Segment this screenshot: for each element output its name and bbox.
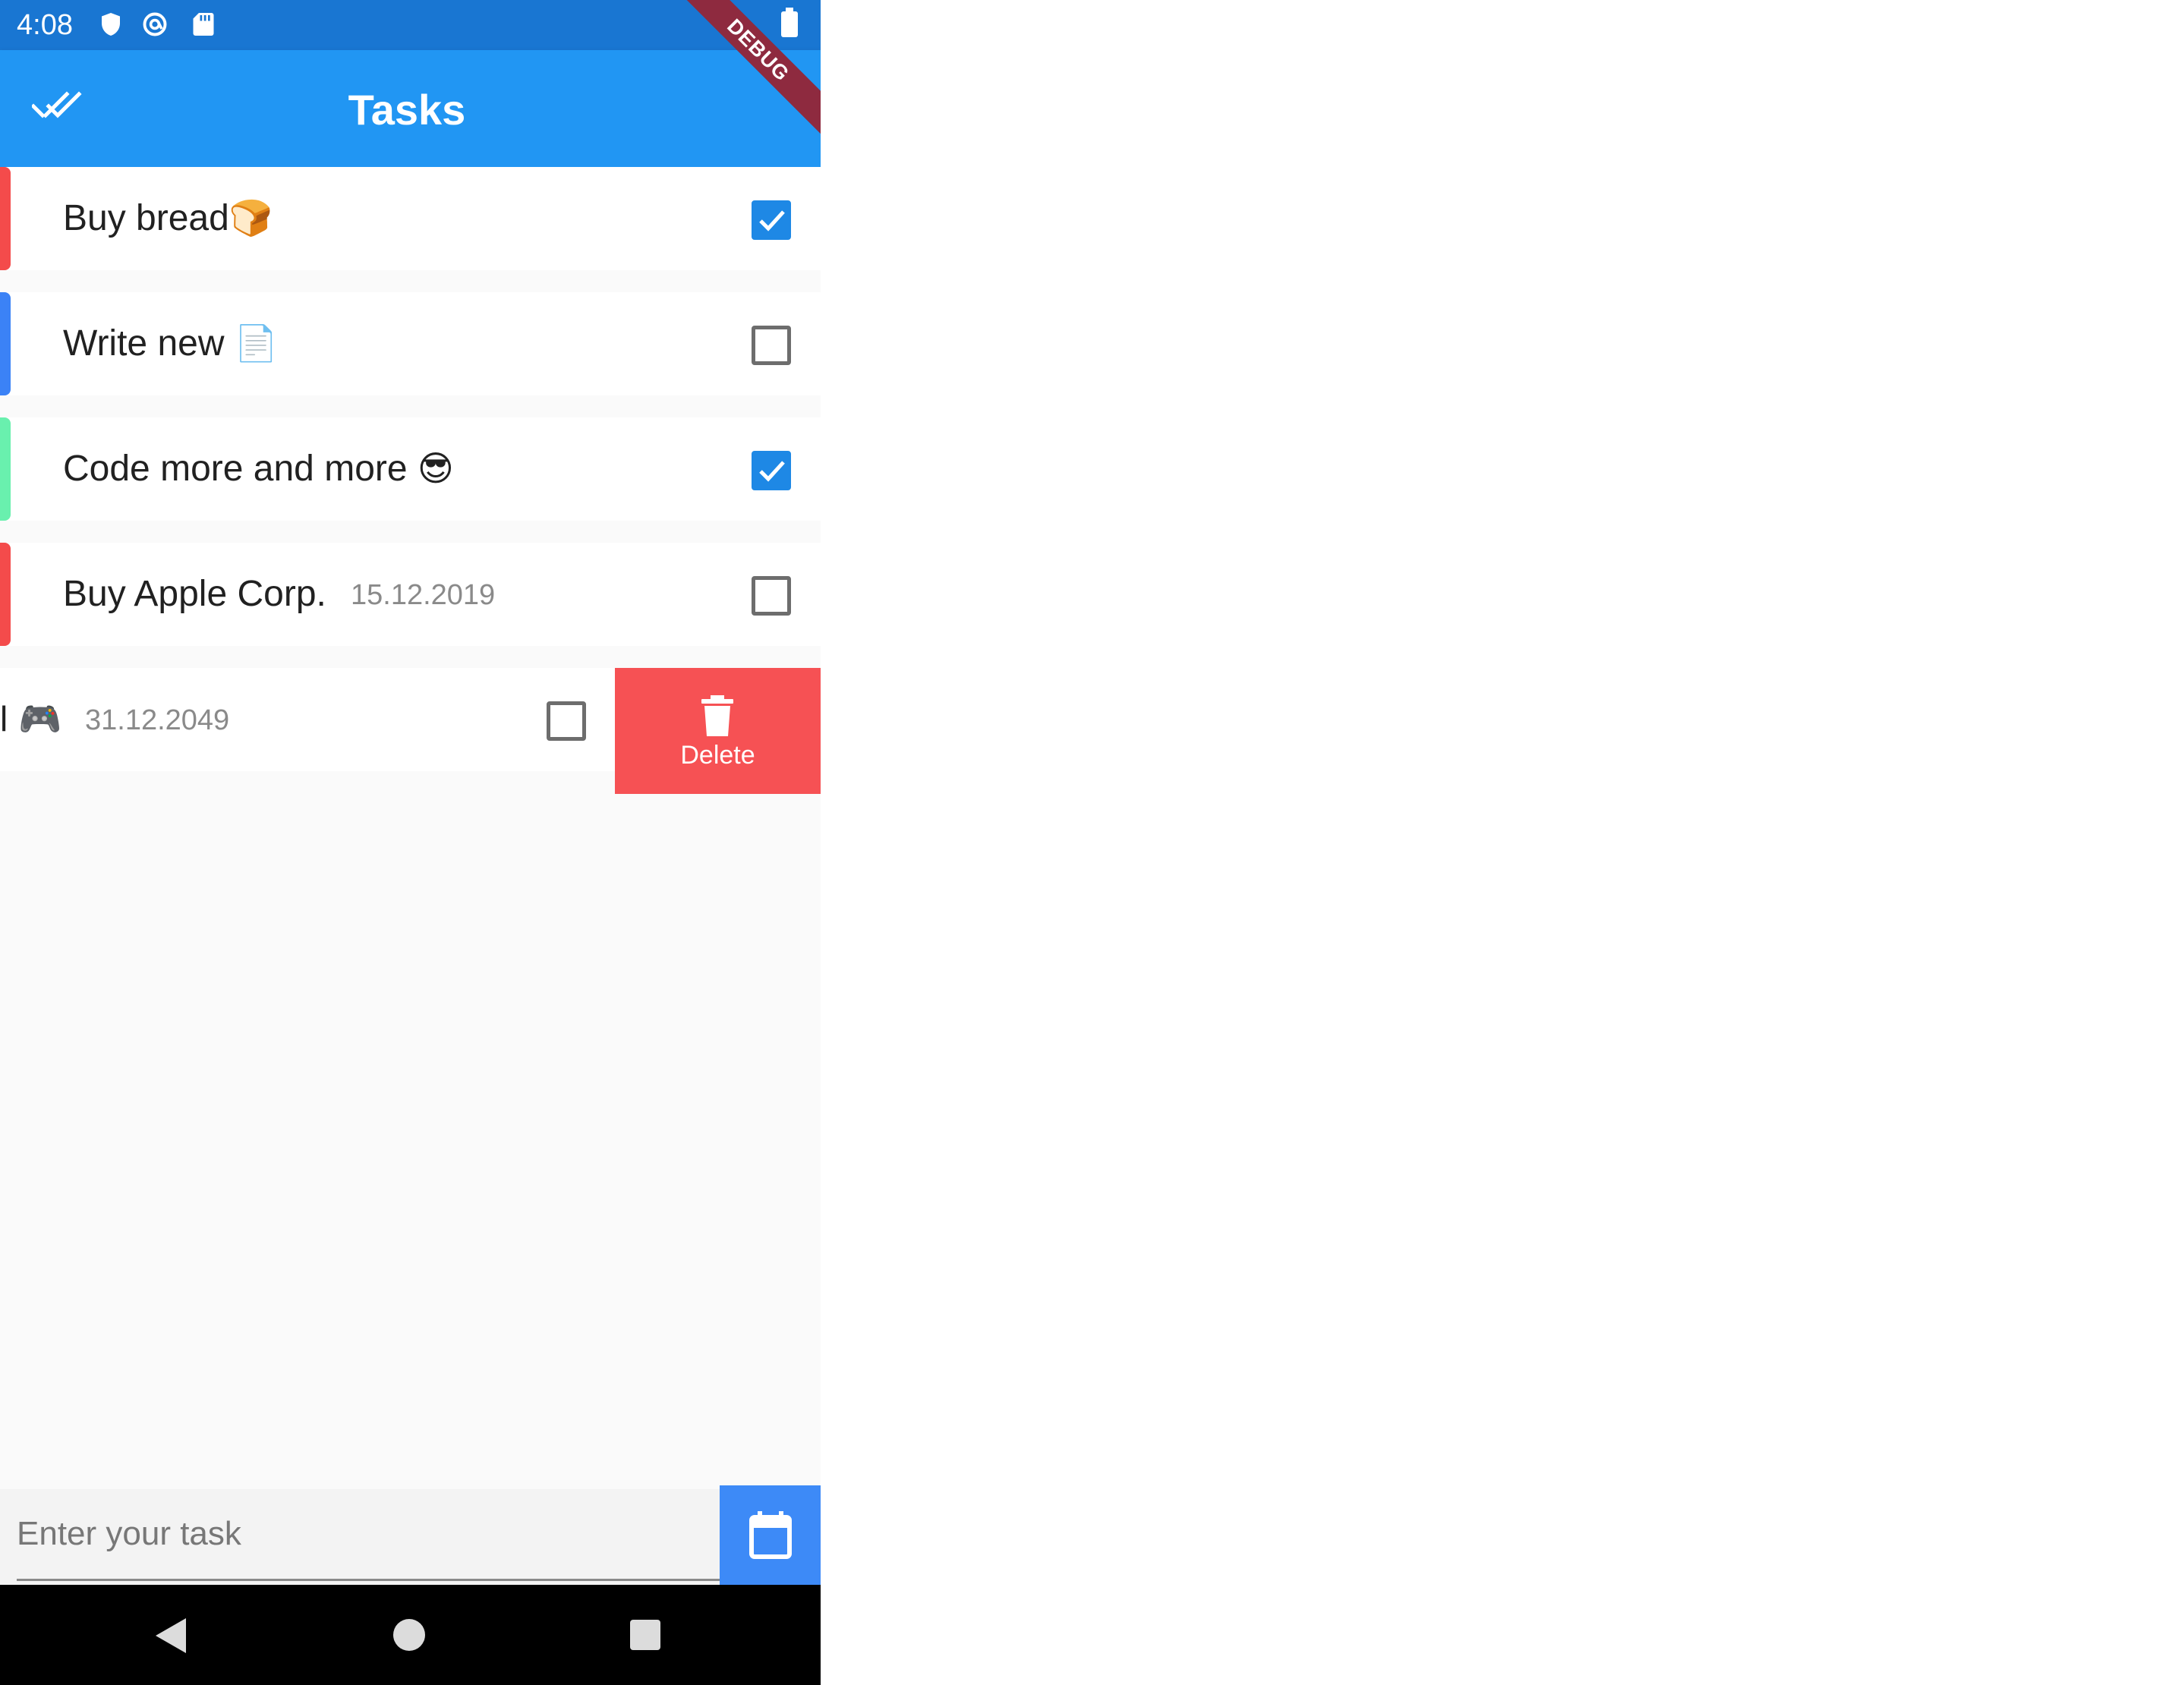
task-checkbox[interactable] [752, 200, 791, 240]
task-date: 15.12.2019 [351, 579, 496, 611]
task-title: Buy bread🍞 [63, 198, 273, 238]
task-item[interactable]: Write new 📄 [0, 292, 821, 395]
task-checkbox[interactable] [752, 451, 791, 490]
sunglasses-emoji: 😎 [417, 449, 454, 488]
bread-emoji: 🍞 [228, 198, 273, 238]
page-title: Tasks [348, 86, 466, 134]
gamepad-emoji: 🎮 [18, 699, 62, 739]
task-item[interactable]: Code more and more 😎 [0, 417, 821, 521]
shield-icon [102, 13, 120, 36]
navigation-bar [0, 1585, 821, 1685]
task-item[interactable]: Buy bread🍞 [0, 167, 821, 270]
status-time: 4:08 [17, 9, 73, 41]
battery-icon [781, 8, 798, 37]
task-title: l [0, 699, 8, 739]
calendar-icon [749, 1511, 792, 1559]
home-icon[interactable] [393, 1619, 425, 1651]
sd-card-icon [193, 13, 214, 36]
at-sign-icon [143, 12, 167, 36]
task-date: 31.12.2049 [85, 704, 230, 736]
document-emoji: 📄 [234, 323, 279, 363]
delete-button[interactable]: Delete [615, 668, 821, 794]
task-title: Code more and more 😎 [63, 449, 454, 489]
back-icon[interactable] [156, 1618, 186, 1653]
check-icon [759, 461, 785, 482]
priority-stripe [0, 417, 11, 521]
calendar-button[interactable] [720, 1485, 821, 1585]
delete-label: Delete [680, 741, 755, 770]
priority-stripe [0, 167, 11, 270]
task-title: Write new 📄 [63, 323, 279, 364]
task-item[interactable]: Buy Apple Corp. 15.12.2019 [0, 543, 821, 646]
task-input[interactable] [17, 1489, 720, 1581]
check-icon [759, 210, 785, 231]
app-bar: Tasks [0, 50, 821, 167]
priority-stripe [0, 292, 11, 395]
task-title: Buy Apple Corp. [63, 574, 326, 614]
phone-screen: 4:08 Tasks DEBUG Buy bread🍞 Write new 📄 … [0, 0, 821, 1685]
trash-icon [701, 695, 733, 736]
task-item-swiped[interactable]: l 🎮 31.12.2049 [0, 668, 615, 771]
task-checkbox[interactable] [752, 576, 791, 616]
task-input-area [0, 1489, 720, 1585]
task-checkbox[interactable] [547, 701, 586, 741]
priority-stripe [0, 543, 11, 646]
recents-icon[interactable] [630, 1620, 660, 1650]
task-checkbox[interactable] [752, 326, 791, 365]
